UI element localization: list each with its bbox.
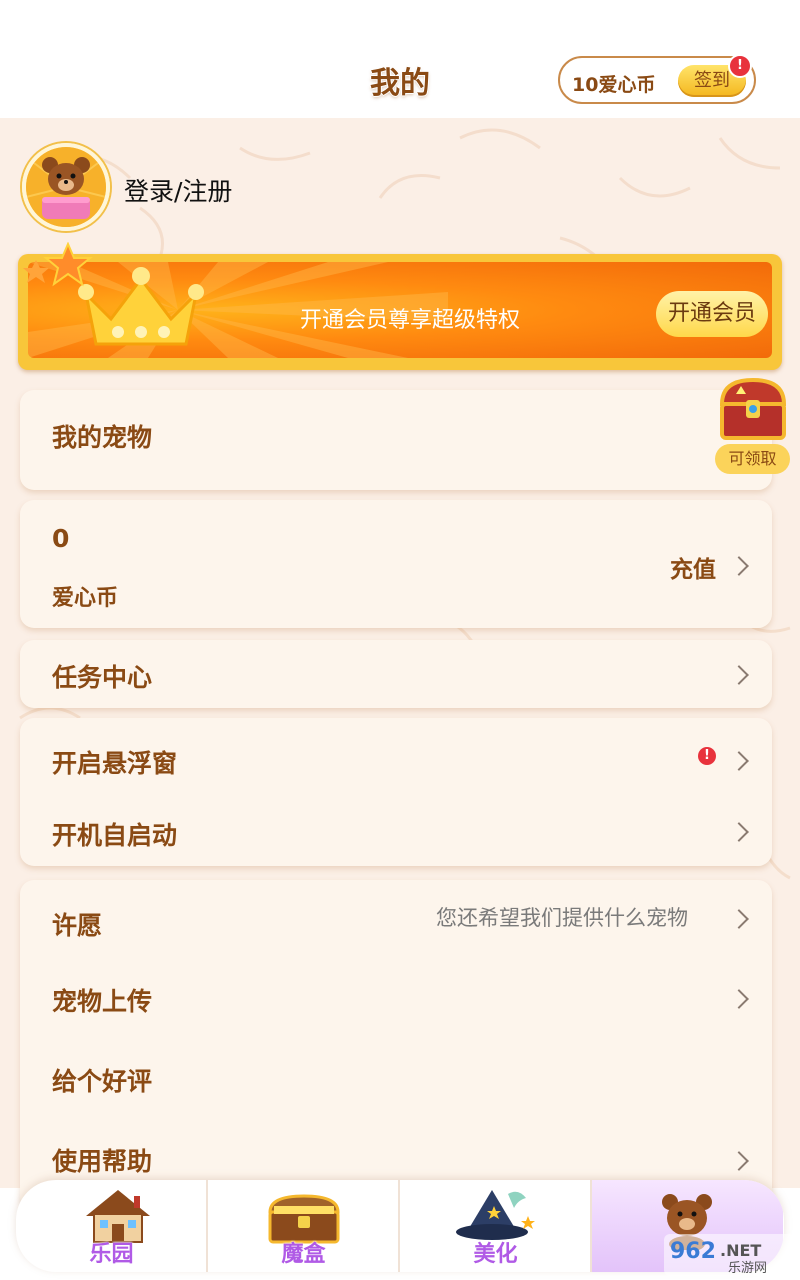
wish-row[interactable]: 许愿 您还希望我们提供什么宠物 bbox=[20, 880, 772, 958]
star-decoration-icon bbox=[23, 242, 93, 287]
pet-upload-chevron-icon bbox=[729, 989, 749, 1009]
tab-beautify-label: 美化 bbox=[473, 1242, 518, 1267]
task-center-chevron-icon bbox=[729, 665, 749, 685]
floating-window-chevron-icon bbox=[729, 751, 749, 771]
good-review-row[interactable]: 给个好评 bbox=[20, 1038, 772, 1118]
svg-text:乐游网: 乐游网 bbox=[728, 1261, 767, 1276]
auto-start-chevron-icon bbox=[729, 822, 749, 842]
treasure-chest-icon[interactable] bbox=[716, 374, 790, 444]
help-chevron-icon bbox=[729, 1151, 749, 1171]
coin-balance-pill[interactable]: 10爱心币 签到 ! bbox=[558, 54, 756, 104]
auto-start-row[interactable]: 开机自启动 bbox=[20, 792, 772, 866]
pet-upload-label: 宠物上传 bbox=[52, 987, 153, 1016]
floating-window-row[interactable]: 开启悬浮窗 ! bbox=[20, 718, 772, 792]
wish-hint-text: 您还希望我们提供什么宠物 bbox=[436, 906, 688, 930]
open-vip-button[interactable]: 开通会员 bbox=[656, 291, 768, 337]
login-register-link[interactable]: 登录/注册 bbox=[124, 172, 232, 208]
help-label: 使用帮助 bbox=[52, 1147, 153, 1176]
vip-banner[interactable]: 开通会员尊享超级特权 开通会员 bbox=[18, 242, 782, 370]
recharge-chevron-icon bbox=[729, 556, 749, 576]
floating-window-alert-badge: ! bbox=[698, 747, 716, 765]
settings-card: 开启悬浮窗 ! 开机自启动 bbox=[20, 718, 772, 866]
avatar[interactable] bbox=[22, 143, 110, 231]
wish-chevron-icon bbox=[729, 909, 749, 929]
task-center-row[interactable]: 任务中心 bbox=[20, 640, 772, 708]
chest-claim-label[interactable]: 可领取 bbox=[715, 444, 790, 474]
my-pets-card[interactable]: 我的宠物 bbox=[20, 390, 772, 490]
good-review-label: 给个好评 bbox=[52, 1067, 153, 1096]
coin-unit-label: 爱心币 bbox=[52, 586, 119, 611]
vip-promo-text: 开通会员尊享超级特权 bbox=[300, 308, 521, 333]
tab-beautify[interactable]: 美化 bbox=[400, 1180, 591, 1272]
bear-avatar-icon bbox=[26, 147, 106, 227]
pet-upload-row[interactable]: 宠物上传 bbox=[20, 958, 772, 1038]
misc-card: 许愿 您还希望我们提供什么宠物 宠物上传 给个好评 使用帮助 bbox=[20, 880, 772, 1210]
auto-start-label: 开机自启动 bbox=[52, 821, 178, 850]
svg-text:.NET: .NET bbox=[720, 1241, 761, 1260]
tab-paradise-label: 乐园 bbox=[89, 1242, 134, 1267]
my-pets-label: 我的宠物 bbox=[52, 423, 153, 452]
vip-banner-body: 开通会员尊享超级特权 开通会员 bbox=[28, 262, 772, 358]
coins-card: 0 爱心币 充值 bbox=[20, 500, 772, 628]
signin-alert-badge: ! bbox=[728, 54, 752, 78]
site-watermark-logo: 962 .NET 乐游网 bbox=[664, 1234, 796, 1276]
wish-label: 许愿 bbox=[52, 911, 103, 940]
floating-window-label: 开启悬浮窗 bbox=[52, 749, 178, 778]
tab-magic-box[interactable]: 魔盒 bbox=[208, 1180, 399, 1272]
task-center-label: 任务中心 bbox=[52, 663, 153, 692]
tab-paradise[interactable]: 乐园 bbox=[16, 1180, 207, 1272]
svg-text:962: 962 bbox=[670, 1239, 716, 1264]
recharge-link[interactable]: 充值 bbox=[670, 550, 716, 584]
coin-balance-label: 10爱心币 bbox=[572, 74, 656, 96]
coin-count: 0 bbox=[52, 524, 70, 553]
tab-magic-box-label: 魔盒 bbox=[281, 1242, 326, 1267]
